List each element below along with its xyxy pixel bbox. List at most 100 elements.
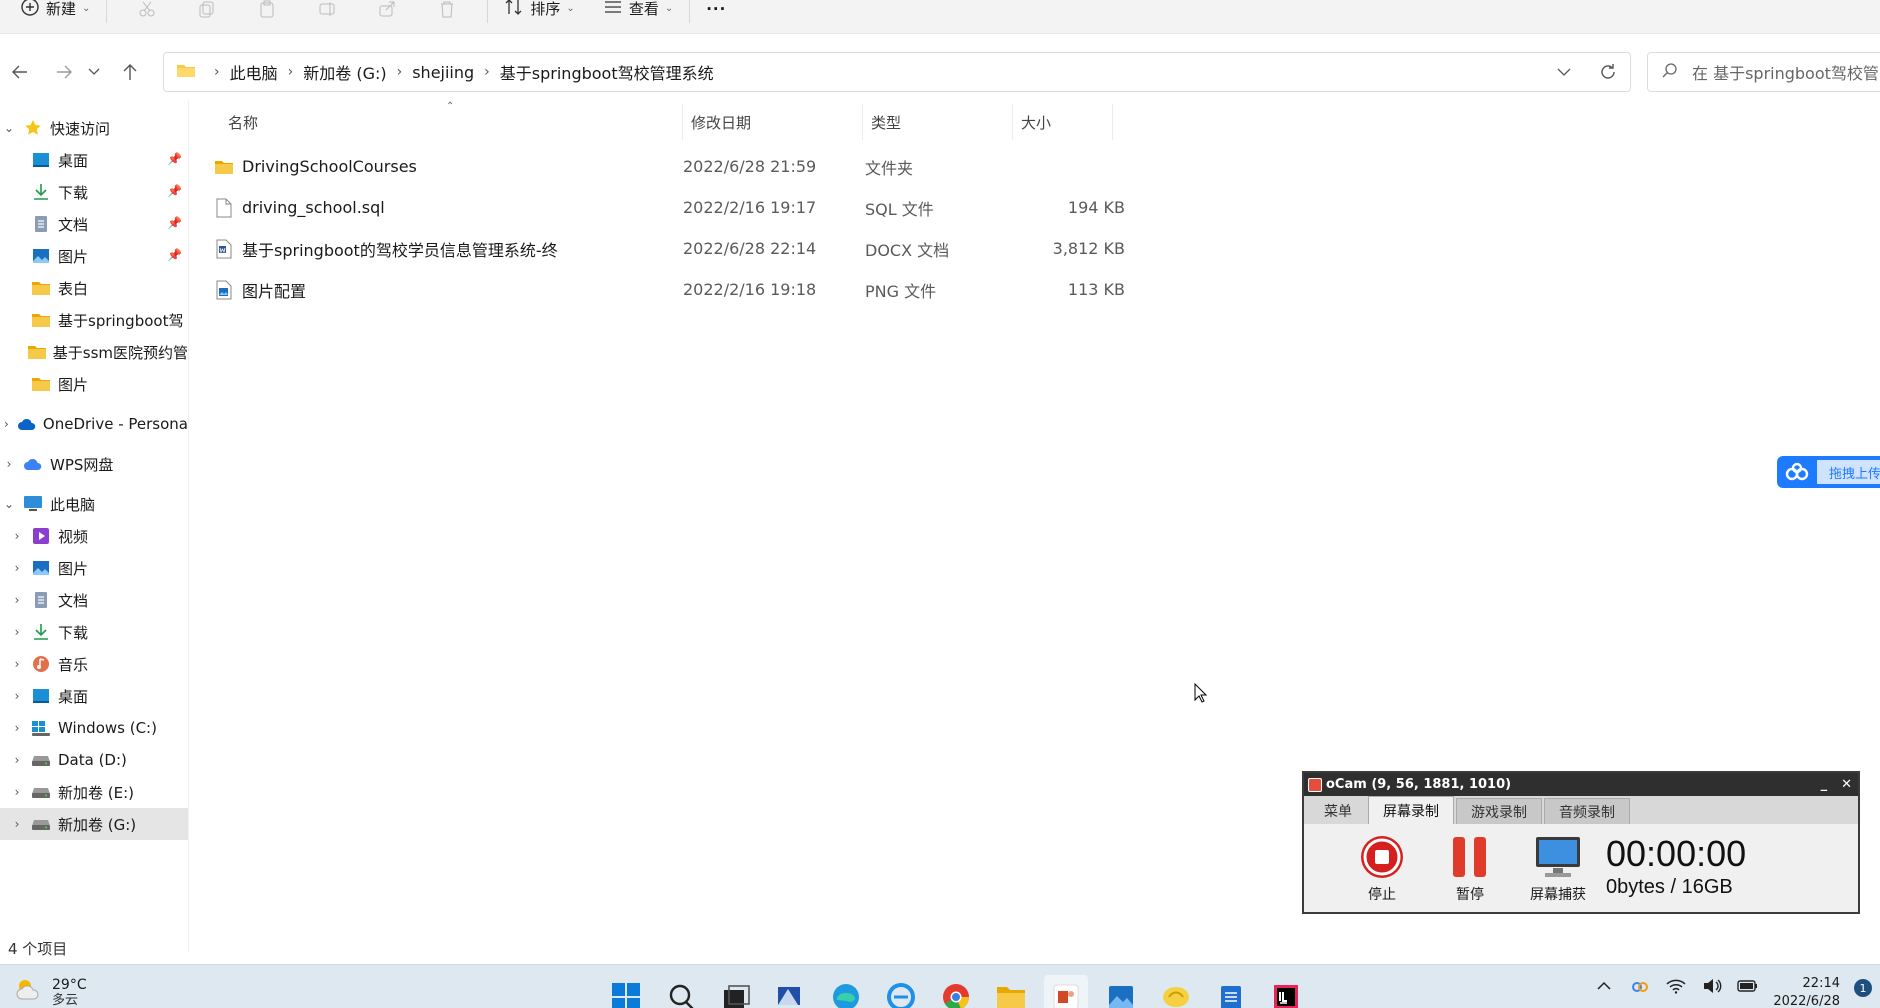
start-button-icon[interactable] [604,975,648,1008]
tab-screen-record[interactable]: 屏幕录制 [1368,796,1454,824]
sidebar-item-quick-2[interactable]: 文档 📌 [0,208,188,240]
chrome-browser-icon[interactable] [934,975,978,1008]
stop-button[interactable]: 停止 [1338,832,1426,904]
chevron-right-icon[interactable]: › [8,529,26,543]
vpn-app-icon[interactable] [769,975,813,1008]
sort-button[interactable]: 排序 ⌄ [498,0,580,24]
task-view-icon[interactable] [714,975,758,1008]
chevron-down-icon[interactable]: ⌄ [0,121,18,135]
pin-icon[interactable]: 📌 [167,184,182,198]
up-icon[interactable] [110,52,150,92]
sidebar-item-pc-1[interactable]: › 图片 [0,552,188,584]
share-icon[interactable] [375,0,399,21]
view-button[interactable]: 查看 ⌄ [597,0,679,24]
sidebar-item-wps[interactable]: › WPS网盘 [0,448,188,480]
ie-browser-icon[interactable] [879,975,923,1008]
screen-capture-button[interactable]: 屏幕捕获 [1514,832,1602,904]
chevron-right-icon[interactable]: › [8,657,26,671]
tab-game-record[interactable]: 游戏录制 [1456,798,1542,824]
sidebar-item-pc-0[interactable]: › 视频 [0,520,188,552]
forward-icon[interactable] [44,52,84,92]
ocam-titlebar[interactable]: oCam (9, 56, 1881, 1010) _ ✕ [1304,773,1858,796]
notepad-icon[interactable] [1209,975,1253,1008]
chevron-right-icon[interactable]: › [8,593,26,607]
sidebar-item-quick-5[interactable]: 基于springboot驾 [0,304,188,336]
sidebar-item-pc-6[interactable]: › Windows (C:) [0,712,188,744]
powerpoint-icon[interactable] [1044,975,1088,1008]
chevron-down-icon[interactable]: ⌄ [0,497,18,511]
chevron-right-icon[interactable]: › [8,561,26,575]
edge-browser-icon[interactable] [824,975,868,1008]
chevron-right-icon[interactable]: › [8,785,26,799]
photos-icon[interactable] [1099,975,1143,1008]
intellij-idea-icon[interactable] [1264,975,1308,1008]
address-bar[interactable]: › 此电脑 › 新加卷 (G:) › shejiing › 基于springbo… [163,52,1631,92]
sidebar-item-this-pc[interactable]: ⌄ 此电脑 [0,488,188,520]
file-row[interactable]: driving_school.sql 2022/2/16 19:17 SQL 文件 1… [208,187,1125,228]
sidebar-item-quick-4[interactable]: 表白 [0,272,188,304]
pin-icon[interactable]: 📌 [167,152,182,166]
refresh-icon[interactable] [1586,53,1630,91]
delete-icon[interactable] [435,0,459,21]
chevron-right-icon[interactable]: › [8,721,26,735]
more-options-button[interactable]: ··· [700,0,732,24]
cut-icon[interactable] [135,0,159,21]
sidebar-item-quick-3[interactable]: 图片 📌 [0,240,188,272]
new-button[interactable]: 新建 ⌄ [14,0,96,24]
file-row[interactable]: 基于springboot的驾校学员信息管理系统-终 2022/6/28 22:14… [208,228,1125,269]
sidebar-item-quick-7[interactable]: 图片 [0,368,188,400]
pause-button[interactable]: 暂停 [1426,832,1514,904]
file-explorer-icon[interactable] [989,975,1033,1008]
breadcrumb-drive-g[interactable]: 新加卷 (G:) [303,60,386,84]
sidebar-item-quick-1[interactable]: 下载 📌 [0,176,188,208]
file-row[interactable]: DrivingSchoolCourses 2022/6/28 21:59 文件夹 [208,146,1125,187]
column-header-size[interactable]: 大小 [1013,104,1113,140]
rename-icon[interactable] [315,0,339,21]
tab-audio-record[interactable]: 音频录制 [1544,798,1630,824]
column-header-date[interactable]: 修改日期 [683,104,863,140]
volume-icon[interactable] [1701,975,1723,997]
column-header-name[interactable]: 名称 ⌃ [208,101,683,140]
notification-badge[interactable]: 1 [1854,979,1872,997]
breadcrumb-this-pc[interactable]: 此电脑 [230,60,278,84]
sidebar-item-pc-5[interactable]: › 桌面 [0,680,188,712]
pane-divider[interactable] [188,100,189,952]
sidebar-item-quick-6[interactable]: 基于ssm医院预约管 [0,336,188,368]
file-row[interactable]: 图片配置 2022/2/16 19:18 PNG 文件 113 KB [208,269,1125,310]
back-icon[interactable] [0,52,40,92]
sidebar-item-pc-2[interactable]: › 文档 [0,584,188,616]
address-dropdown-icon[interactable] [1542,53,1586,91]
sidebar-item-quick-0[interactable]: 桌面 📌 [0,144,188,176]
taskbar-clock[interactable]: 22:14 2022/6/28 [1773,975,1840,1008]
paste-icon[interactable] [255,0,279,21]
search-input[interactable]: 在 基于springboot驾校管... [1647,52,1880,92]
chevron-right-icon[interactable]: › [8,753,26,767]
chevron-right-icon[interactable]: › [0,457,18,471]
column-header-type[interactable]: 类型 [863,104,1013,140]
chevron-right-icon[interactable]: › [8,625,26,639]
upload-float-widget[interactable]: 拖拽上传 [1777,456,1880,488]
sidebar-item-quick-access[interactable]: ⌄ 快速访问 [0,112,188,144]
close-button[interactable]: ✕ [1841,777,1852,792]
wifi-icon[interactable] [1665,975,1687,997]
sidebar-item-onedrive[interactable]: › OneDrive - Persona [0,408,188,440]
sidebar-item-pc-3[interactable]: › 下载 [0,616,188,648]
pin-icon[interactable]: 📌 [167,216,182,230]
battery-icon[interactable] [1737,975,1759,997]
recent-locations-icon[interactable] [84,52,104,92]
pin-icon[interactable]: 📌 [167,248,182,262]
breadcrumb-current-folder[interactable]: 基于springboot驾校管理系统 [500,60,714,84]
minimize-button[interactable]: _ [1821,777,1828,792]
tab-menu[interactable]: 菜单 [1310,798,1366,824]
sticky-app-icon[interactable] [1154,975,1198,1008]
sidebar-item-pc-4[interactable]: › 音乐 [0,648,188,680]
chevron-right-icon[interactable]: › [0,417,13,431]
weather-widget[interactable]: 29°C 多云 [14,977,87,1008]
breadcrumb-shejiing[interactable]: shejiing [412,63,474,82]
chevron-right-icon[interactable]: › [8,689,26,703]
show-hidden-icons-icon[interactable] [1593,975,1615,997]
search-icon[interactable] [659,975,703,1008]
copy-icon[interactable] [195,0,219,21]
sidebar-item-pc-9[interactable]: › 新加卷 (G:) [0,808,188,840]
sidebar-item-pc-8[interactable]: › 新加卷 (E:) [0,776,188,808]
